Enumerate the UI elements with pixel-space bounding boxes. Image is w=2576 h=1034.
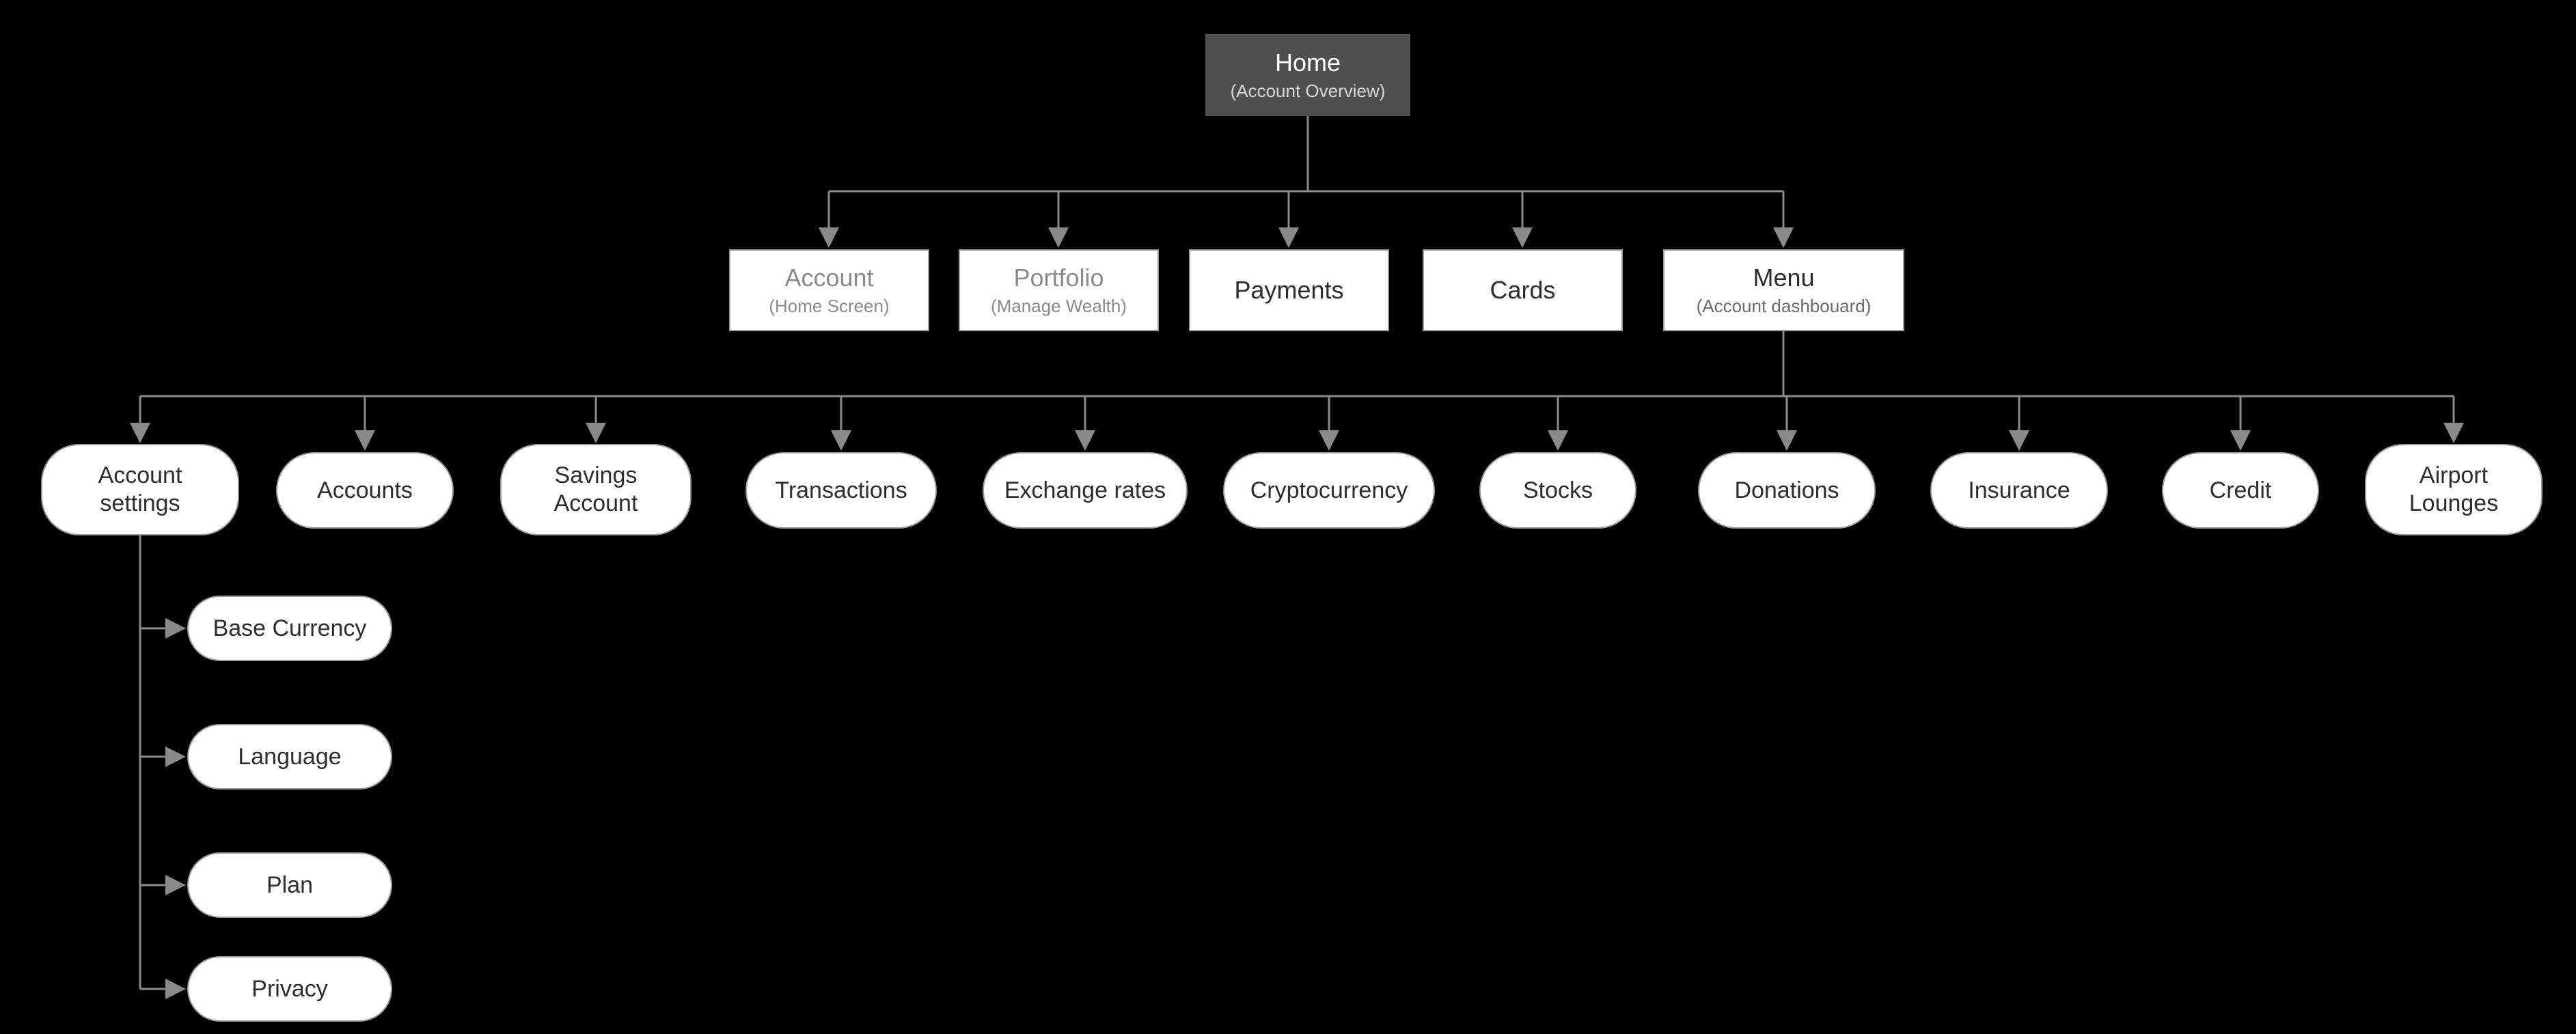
- node-title: Menu: [1753, 263, 1814, 292]
- node-portfolio[interactable]: Portfolio (Manage Wealth): [959, 249, 1159, 331]
- node-title: Plan: [266, 871, 313, 899]
- node-donations[interactable]: Donations: [1698, 452, 1876, 529]
- node-title: Portfolio: [1013, 263, 1104, 292]
- node-title: Base Currency: [213, 615, 367, 643]
- node-title: Stocks: [1523, 477, 1593, 505]
- node-subtitle: (Account dashbouard): [1697, 295, 1872, 318]
- node-account-settings[interactable]: Account settings: [41, 444, 239, 535]
- node-menu[interactable]: Menu (Account dashbouard): [1663, 249, 1904, 331]
- node-title: Credit: [2210, 477, 2272, 505]
- node-title: Privacy: [251, 975, 327, 1003]
- node-title: Account settings: [56, 462, 224, 518]
- sitemap-diagram: Home (Account Overview) Account (Home Sc…: [0, 0, 2576, 1034]
- node-title: Exchange rates: [1004, 477, 1166, 505]
- node-title: Language: [238, 743, 341, 771]
- node-title: Airport Lounges: [2380, 462, 2527, 518]
- node-exchange-rates[interactable]: Exchange rates: [983, 452, 1188, 529]
- node-payments[interactable]: Payments: [1189, 249, 1389, 331]
- node-airport-lounges[interactable]: Airport Lounges: [2365, 444, 2543, 535]
- node-title: Account: [784, 263, 873, 292]
- node-title: Cards: [1490, 275, 1555, 305]
- node-plan[interactable]: Plan: [187, 852, 392, 918]
- node-insurance[interactable]: Insurance: [1930, 452, 2108, 529]
- node-stocks[interactable]: Stocks: [1479, 452, 1636, 529]
- node-cards[interactable]: Cards: [1423, 249, 1623, 331]
- node-accounts[interactable]: Accounts: [276, 452, 454, 529]
- node-credit[interactable]: Credit: [2162, 452, 2319, 529]
- node-title: Cryptocurrency: [1250, 477, 1408, 505]
- node-cryptocurrency[interactable]: Cryptocurrency: [1223, 452, 1435, 529]
- node-title: Accounts: [317, 477, 413, 505]
- node-transactions[interactable]: Transactions: [745, 452, 937, 529]
- node-language[interactable]: Language: [187, 724, 392, 790]
- node-subtitle: (Home Screen): [769, 295, 889, 318]
- node-subtitle: (Manage Wealth): [991, 295, 1127, 318]
- node-title: Transactions: [775, 477, 907, 505]
- node-privacy[interactable]: Privacy: [187, 956, 392, 1022]
- node-title: Home: [1275, 48, 1341, 77]
- node-base-currency[interactable]: Base Currency: [187, 596, 392, 661]
- node-subtitle: (Account Overview): [1231, 80, 1386, 102]
- node-title: Insurance: [1968, 477, 2070, 505]
- node-savings-account[interactable]: Savings Account: [500, 444, 691, 535]
- node-title: Donations: [1734, 477, 1839, 505]
- node-account[interactable]: Account (Home Screen): [729, 249, 929, 331]
- node-title: Savings Account: [515, 462, 676, 518]
- node-home[interactable]: Home (Account Overview): [1205, 34, 1410, 116]
- node-title: Payments: [1234, 275, 1343, 305]
